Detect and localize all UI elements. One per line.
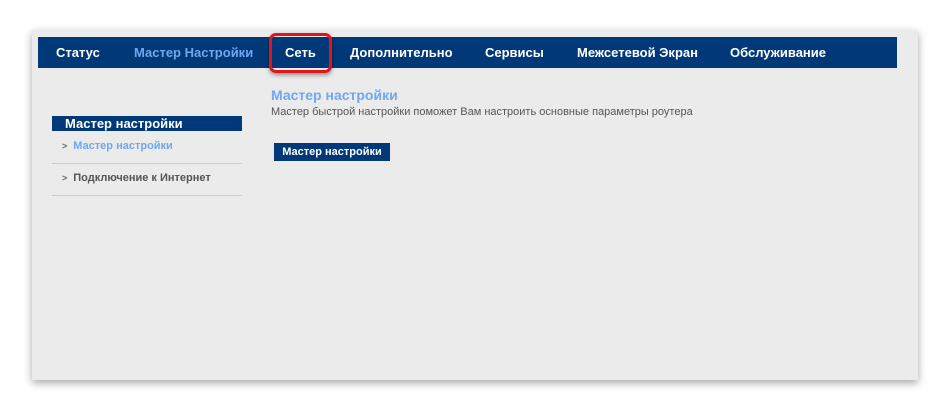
router-panel [32,30,918,380]
page-title: Мастер настройки [271,87,398,103]
nav-services[interactable]: Сервисы [485,45,544,60]
nav-maintenance[interactable]: Обслуживание [730,45,826,60]
arrow-icon: > [62,141,68,151]
sidebar-item-label: Мастер настройки [73,140,173,152]
highlight-box [269,33,332,73]
top-nav: Статус Мастер Настройки Сеть Дополнитель… [38,37,897,68]
divider [52,163,242,164]
setup-wizard-button[interactable]: Мастер настройки [274,143,390,161]
sidebar-header: Мастер настройки [52,116,242,131]
sidebar-item-label: Подключение к Интернет [73,172,211,184]
nav-advanced[interactable]: Дополнительно [350,45,453,60]
arrow-icon: > [62,173,68,183]
nav-firewall[interactable]: Межсетевой Экран [577,45,698,60]
nav-setup-wizard[interactable]: Мастер Настройки [134,45,253,60]
page-description: Мастер быстрой настройки поможет Вам нас… [271,106,693,118]
sidebar-item-setup-wizard[interactable]: > Мастер настройки [62,140,173,152]
nav-status[interactable]: Статус [56,45,100,60]
sidebar-item-internet[interactable]: > Подключение к Интернет [62,172,211,184]
divider [52,195,242,196]
